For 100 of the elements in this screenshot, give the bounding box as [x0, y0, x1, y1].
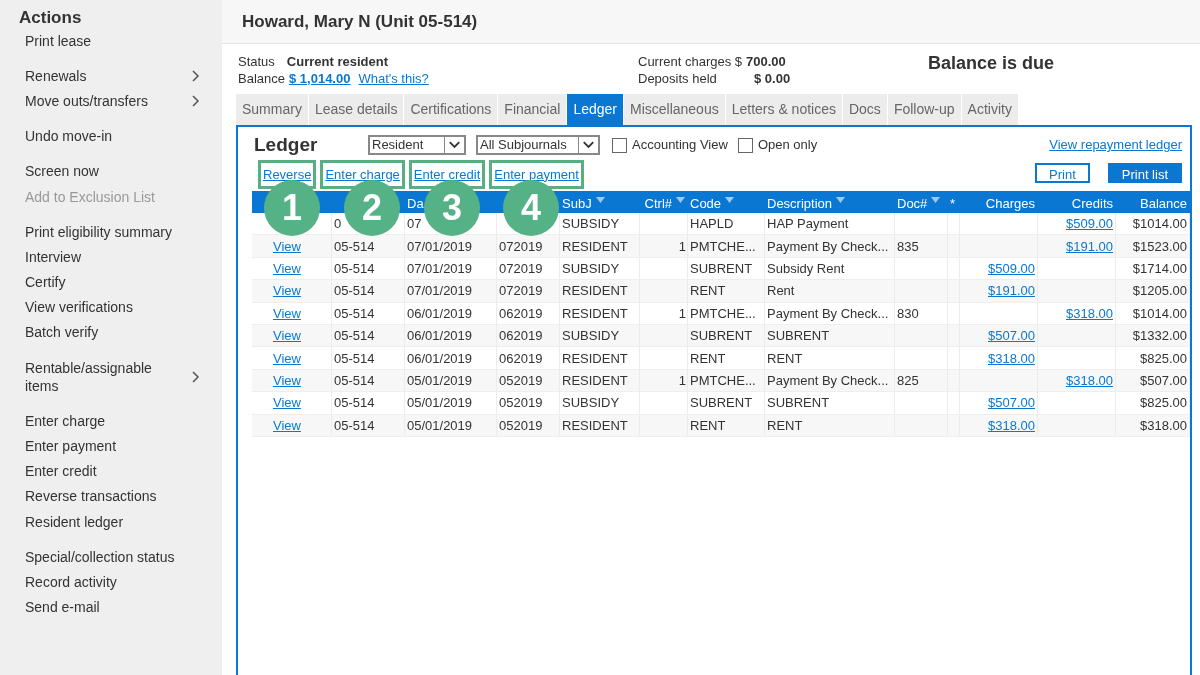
sort-icon[interactable]: [931, 197, 941, 203]
table-cell: RENT: [767, 417, 803, 433]
sidebar-item[interactable]: Undo move-in: [19, 123, 200, 149]
sidebar-item[interactable]: Send e-mail: [19, 594, 200, 620]
sidebar-item[interactable]: Move outs/transfers: [19, 88, 200, 114]
table-cell: Payment By Check...: [767, 238, 889, 254]
table-cell: 05/01/2019: [407, 372, 473, 388]
table-link[interactable]: $318.00: [1066, 372, 1113, 388]
sidebar-item[interactable]: Record activity: [19, 569, 200, 595]
table-link[interactable]: View: [273, 417, 301, 433]
sidebar-item[interactable]: Screen now: [19, 158, 200, 184]
column-header[interactable]: SubJ: [562, 196, 592, 211]
action-link[interactable]: Enter payment: [494, 166, 579, 182]
filter-dropdown[interactable]: Resident: [368, 135, 466, 155]
column-header[interactable]: Credits: [1071, 196, 1113, 211]
table-link[interactable]: $318.00: [988, 350, 1035, 366]
table-link[interactable]: View: [273, 238, 301, 254]
checkbox[interactable]: [737, 137, 753, 153]
sidebar-title: Actions: [19, 8, 83, 28]
table-cell: Rent: [767, 283, 795, 299]
sort-icon[interactable]: [836, 197, 846, 203]
checkbox-label: Open only: [757, 136, 818, 155]
action-link[interactable]: Reverse: [263, 166, 312, 182]
repayment-link[interactable]: View repayment ledger: [1049, 135, 1182, 155]
tab[interactable]: Certifications: [404, 94, 499, 125]
tab[interactable]: Miscellaneous: [623, 94, 726, 125]
table-link[interactable]: $191.00: [1066, 238, 1113, 254]
table-link[interactable]: $191.00: [988, 283, 1035, 299]
resident-name: Howard, Mary N (Unit 05-514): [242, 10, 478, 33]
deposits-value: $ 0.00: [754, 70, 791, 87]
table-link[interactable]: $318.00: [1066, 305, 1113, 321]
column-header[interactable]: Description: [767, 196, 833, 211]
table-cell: Payment By Check...: [767, 372, 889, 388]
sort-icon[interactable]: [595, 197, 605, 203]
column-header[interactable]: Charges: [985, 196, 1035, 211]
table-link[interactable]: View: [273, 372, 301, 388]
balance-due-text: Balance is due: [928, 53, 1055, 75]
table-cell: $825.00: [1140, 350, 1187, 366]
table-cell: 06/01/2019: [407, 305, 473, 321]
column-header[interactable]: Doc#: [897, 196, 928, 211]
table-link[interactable]: View: [273, 395, 301, 411]
sidebar-item[interactable]: Rentable/assignable items: [19, 355, 200, 399]
table-link[interactable]: $509.00: [1066, 216, 1113, 232]
table-cell: RESIDENT: [562, 372, 628, 388]
table-link[interactable]: $507.00: [988, 328, 1035, 344]
checkbox-label: Accounting View: [632, 136, 728, 155]
tab[interactable]: Lease details: [308, 94, 405, 125]
table-link[interactable]: View: [273, 328, 301, 344]
action-link[interactable]: Enter credit: [413, 166, 481, 182]
table-link[interactable]: View: [273, 283, 301, 299]
tab[interactable]: Activity: [961, 94, 1019, 125]
table-cell: SUBSIDY: [562, 328, 620, 344]
help-link[interactable]: What's this?: [358, 70, 429, 87]
table-link[interactable]: View: [273, 350, 301, 366]
table-link[interactable]: $318.00: [988, 417, 1035, 433]
sidebar-item[interactable]: Print eligibility summary: [19, 219, 200, 245]
sidebar-item[interactable]: Certify: [19, 269, 200, 295]
sidebar-item[interactable]: Print lease: [19, 28, 200, 54]
tab[interactable]: Financial: [498, 94, 568, 125]
table-link[interactable]: View: [273, 260, 301, 276]
sidebar-item[interactable]: Enter credit: [19, 458, 200, 484]
column-header[interactable]: Ctrl#: [644, 196, 672, 211]
table-cell: 05-514: [334, 328, 375, 344]
action-link[interactable]: Enter charge: [325, 166, 400, 182]
print-button[interactable]: Print: [1035, 163, 1090, 183]
sort-icon[interactable]: [725, 197, 735, 203]
sidebar-item[interactable]: Renewals: [19, 63, 200, 89]
balance-link[interactable]: $ 1,014.00: [289, 70, 351, 87]
table-cell: PMTCHE...: [690, 305, 756, 321]
column-header[interactable]: *: [950, 196, 956, 211]
table-link[interactable]: View: [273, 305, 301, 321]
sidebar-item[interactable]: Reverse transactions: [19, 483, 200, 509]
tab[interactable]: Summary: [236, 94, 309, 125]
checkbox[interactable]: [612, 137, 627, 153]
sidebar-item[interactable]: Special/collection status: [19, 544, 200, 570]
tab[interactable]: Docs: [842, 94, 888, 125]
table-cell: 07/01/2019: [407, 283, 473, 299]
table-link[interactable]: $507.00: [988, 395, 1035, 411]
sidebar-item[interactable]: View verifications: [19, 294, 200, 320]
sidebar-item[interactable]: Resident ledger: [19, 509, 200, 535]
column-header[interactable]: Code: [690, 196, 722, 211]
tab[interactable]: Follow-up: [887, 94, 962, 125]
column-header[interactable]: Balance: [1140, 196, 1187, 211]
table-cell: SUBRENT: [690, 328, 753, 344]
sidebar-item[interactable]: Enter charge: [19, 408, 200, 434]
sidebar-item[interactable]: Interview: [19, 244, 200, 270]
filter-dropdown[interactable]: All Subjournals: [476, 135, 600, 155]
table-cell: 05-514: [334, 350, 375, 366]
table-cell: 062019: [499, 350, 543, 366]
table-cell: RESIDENT: [562, 350, 628, 366]
tab[interactable]: Ledger: [567, 94, 624, 125]
table-cell: HAP Payment: [767, 216, 849, 232]
chevron-right-icon: [192, 69, 200, 82]
print-button[interactable]: Print list: [1107, 163, 1182, 183]
tab[interactable]: Letters & notices: [725, 94, 843, 125]
sort-icon[interactable]: [676, 197, 685, 203]
column-header[interactable]: Da: [407, 196, 424, 211]
sidebar-item[interactable]: Batch verify: [19, 319, 200, 346]
sidebar-item[interactable]: Enter payment: [19, 433, 200, 459]
table-link[interactable]: $509.00: [988, 260, 1035, 276]
